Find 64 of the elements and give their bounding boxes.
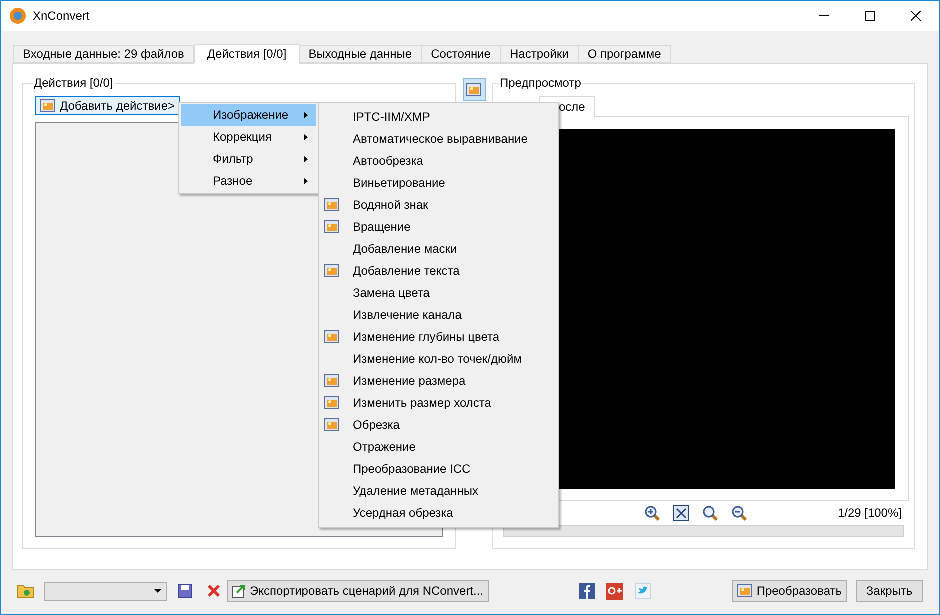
tab[interactable]: О программе [578, 45, 672, 63]
tab[interactable]: Выходные данные [298, 45, 422, 63]
menu-item[interactable]: Удаление метаданных [319, 480, 558, 502]
image-tool-icon [324, 263, 340, 279]
folder-icon[interactable] [17, 583, 35, 599]
add-page-icon [40, 98, 56, 114]
maximize-icon[interactable] [865, 11, 875, 21]
menu-item[interactable]: Усердная обрезка [319, 502, 558, 524]
submenu-arrow-icon [304, 112, 308, 118]
menu-item[interactable]: Отражение [319, 436, 558, 458]
tab[interactable]: Состояние [421, 45, 501, 63]
picture-icon [466, 82, 482, 98]
menu-item[interactable]: Изменение глубины цвета [319, 326, 558, 348]
menu-item[interactable]: Автообрезка [319, 150, 558, 172]
tab[interactable]: Входные данные: 29 файлов [13, 45, 194, 63]
dropdown-caret-icon [154, 589, 162, 593]
convert-images-icon [736, 583, 753, 599]
window-title: XnConvert [33, 8, 90, 25]
export-script-button[interactable]: Экспортировать сценарий для NConvert... [227, 580, 489, 602]
convert-button[interactable]: Преобразовать [732, 580, 847, 602]
menu-item[interactable]: Вращение [319, 216, 558, 238]
menu-item[interactable]: Автоматическое выравнивание [319, 128, 558, 150]
menu-item[interactable]: Изменение кол-во точек/дюйм [319, 348, 558, 370]
menu-item[interactable]: Добавление маски [319, 238, 558, 260]
app-logo-icon [9, 7, 27, 25]
menu-item[interactable]: Извлечение канала [319, 304, 558, 326]
menu-item[interactable]: Замена цвета [319, 282, 558, 304]
image-tool-icon [324, 219, 340, 235]
submenu-arrow-icon [304, 134, 308, 140]
preview-toggle-button[interactable] [462, 78, 486, 101]
group-title: Действия [0/0] [33, 75, 114, 92]
zoom-icon[interactable] [702, 504, 719, 522]
menu-item[interactable]: Изображение [181, 104, 316, 126]
menu-item[interactable]: Разное [181, 170, 316, 192]
zoom-status: 1/29 [100%] [838, 505, 902, 522]
submenu-arrow-icon [304, 178, 308, 184]
image-tool-icon [324, 373, 340, 389]
menu-item[interactable]: Фильтр [181, 148, 316, 170]
menu-item[interactable]: Обрезка [319, 414, 558, 436]
tab[interactable]: Действия [0/0] [194, 44, 300, 64]
image-tool-icon [324, 197, 340, 213]
close-icon[interactable] [911, 11, 921, 21]
close-button[interactable]: Закрыть [856, 580, 923, 602]
menu-item[interactable]: Водяной знак [319, 194, 558, 216]
menu-item[interactable]: Преобразование ICC [319, 458, 558, 480]
image-tool-icon [324, 329, 340, 345]
zoom-out-icon[interactable] [731, 504, 748, 522]
menu-item[interactable]: Добавление текста [319, 260, 558, 282]
tab[interactable]: Настройки [500, 45, 579, 63]
image-tool-icon [324, 395, 340, 411]
save-icon[interactable] [178, 584, 192, 598]
delete-icon[interactable] [207, 584, 221, 598]
menu-item[interactable]: Коррекция [181, 126, 316, 148]
menu-item[interactable]: Изменение размера [319, 370, 558, 392]
image-tool-icon [324, 417, 340, 433]
fit-to-window-icon[interactable] [673, 504, 690, 522]
facebook-icon[interactable] [578, 583, 595, 599]
submenu-arrow-icon [304, 156, 308, 162]
google-plus-icon[interactable] [606, 582, 623, 600]
group-title: Предпросмотр [499, 75, 582, 92]
menu-item[interactable]: Виньетирование [319, 172, 558, 194]
zoom-in-icon[interactable] [644, 504, 661, 522]
menu-item[interactable]: Изменить размер холста [319, 392, 558, 414]
add-action-button[interactable]: Добавить действие> [35, 96, 180, 115]
